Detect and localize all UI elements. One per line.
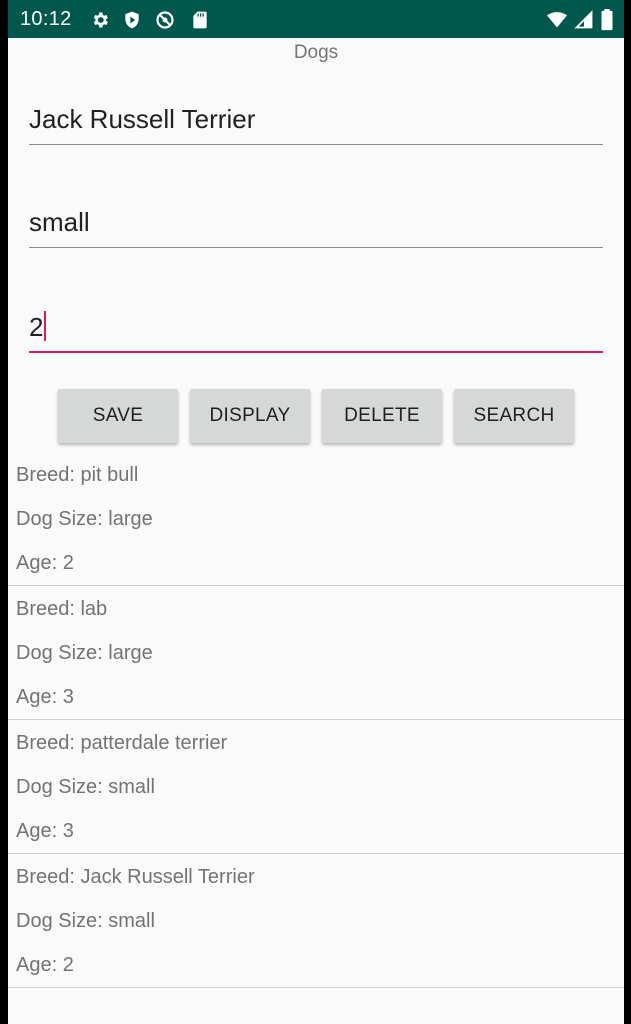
status-right-icons bbox=[546, 9, 614, 31]
text-caret bbox=[44, 311, 47, 341]
list-item[interactable]: Breed: Jack Russell Terrier Dog Size: sm… bbox=[8, 854, 624, 988]
age-input[interactable]: 2 bbox=[29, 307, 603, 353]
breed-text: Breed: lab bbox=[16, 598, 108, 620]
size-input[interactable]: small bbox=[29, 202, 603, 248]
search-button[interactable]: SEARCH bbox=[454, 389, 574, 443]
delete-button[interactable]: DELETE bbox=[322, 389, 442, 443]
list-item[interactable]: Breed: pit bull Dog Size: large Age: 2 bbox=[8, 452, 624, 586]
signal-icon bbox=[574, 10, 593, 29]
save-button[interactable]: SAVE bbox=[58, 389, 178, 443]
dog-list: Breed: pit bull Dog Size: large Age: 2 B… bbox=[8, 452, 624, 988]
age-text: Age: 3 bbox=[16, 686, 74, 708]
status-time: 10:12 bbox=[20, 8, 72, 30]
status-bar: 10:12 bbox=[8, 0, 624, 38]
breed-input[interactable]: Jack Russell Terrier bbox=[29, 99, 603, 145]
age-input-value: 2 bbox=[29, 312, 44, 342]
shield-play-icon bbox=[125, 11, 139, 29]
age-text: Age: 2 bbox=[16, 954, 74, 976]
app-screen: 10:12 Dogs Jack Russell Terrier small 2 … bbox=[8, 0, 624, 1024]
age-text: Age: 3 bbox=[16, 820, 74, 842]
size-text: Dog Size: large bbox=[16, 642, 153, 664]
gear-icon bbox=[93, 12, 108, 28]
breed-text: Breed: Jack Russell Terrier bbox=[16, 866, 255, 888]
page-title: Dogs bbox=[293, 42, 339, 63]
breed-input-value: Jack Russell Terrier bbox=[29, 104, 256, 134]
blocked-circle-icon bbox=[156, 11, 174, 29]
size-text: Dog Size: large bbox=[16, 508, 153, 530]
sd-card-icon bbox=[193, 11, 207, 29]
size-input-value: small bbox=[29, 207, 90, 237]
age-text: Age: 2 bbox=[16, 552, 74, 574]
age-input-content: 2 bbox=[29, 311, 47, 343]
breed-text: Breed: patterdale terrier bbox=[16, 732, 228, 754]
size-text: Dog Size: small bbox=[16, 776, 155, 798]
list-item[interactable]: Breed: patterdale terrier Dog Size: smal… bbox=[8, 720, 624, 854]
breed-text: Breed: pit bull bbox=[16, 464, 139, 486]
wifi-icon bbox=[547, 12, 567, 28]
size-text: Dog Size: small bbox=[16, 910, 155, 932]
list-item[interactable]: Breed: lab Dog Size: large Age: 3 bbox=[8, 586, 624, 720]
battery-icon bbox=[601, 9, 613, 31]
display-button[interactable]: DISPLAY bbox=[190, 389, 310, 443]
